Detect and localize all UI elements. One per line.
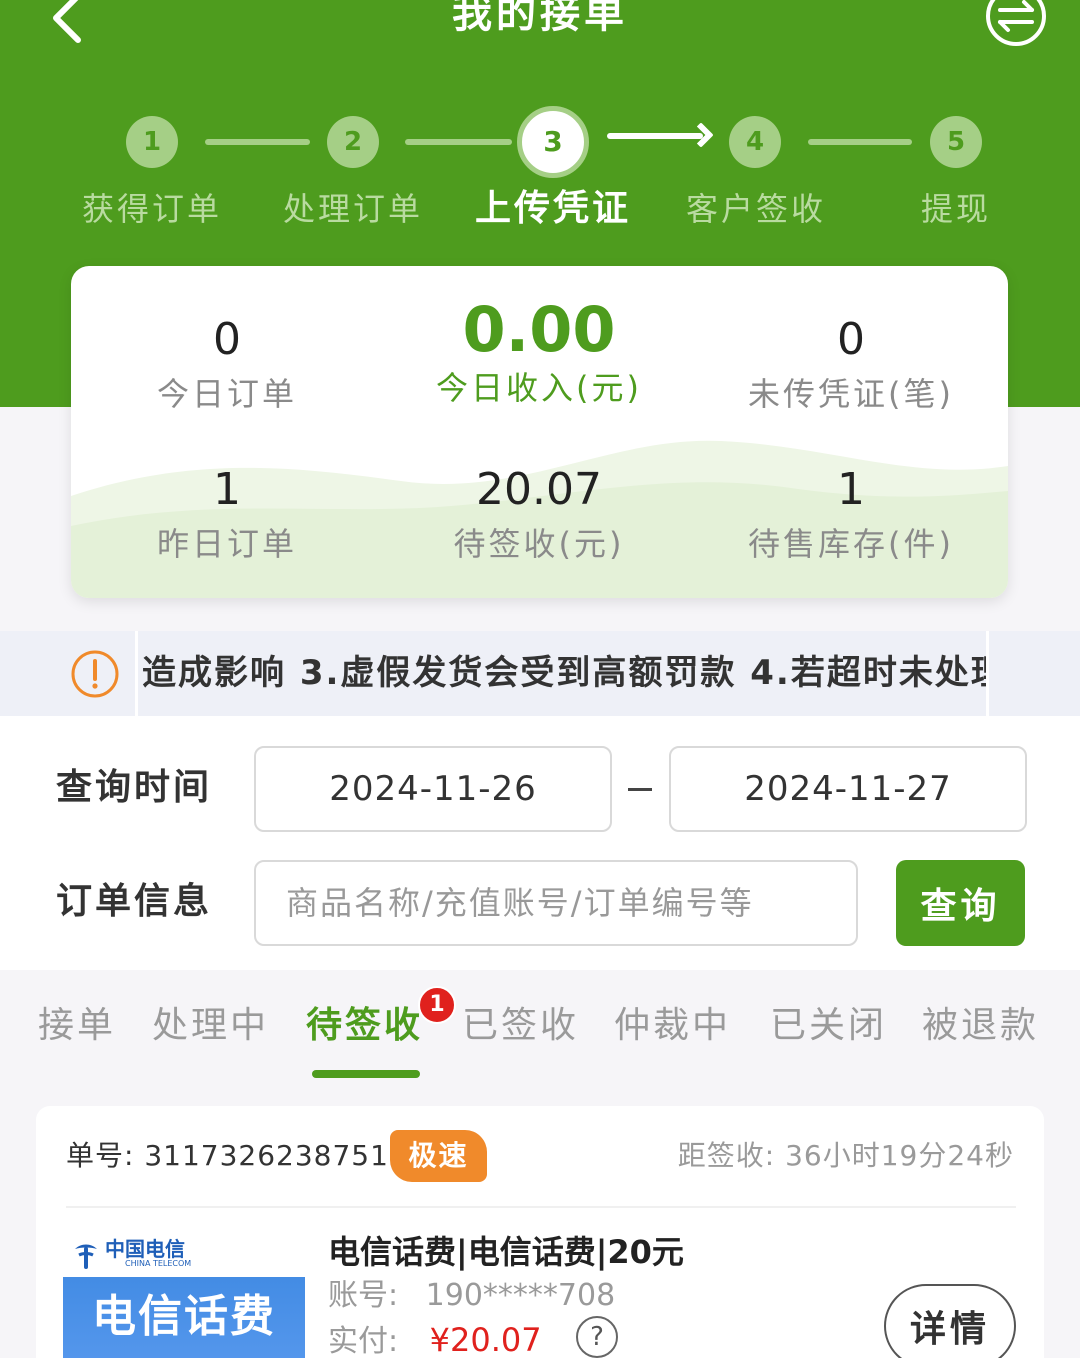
account-line: 账号: 190*****708 bbox=[328, 1274, 615, 1318]
stat-label: 今日收入(元) bbox=[436, 369, 642, 407]
divider bbox=[986, 631, 989, 716]
query-time-label: 查询时间 bbox=[56, 767, 213, 808]
step-3-label: 上传凭证 bbox=[474, 188, 631, 229]
product-image-title: 电信话费 bbox=[92, 1291, 276, 1342]
step-arrow-icon bbox=[688, 122, 714, 148]
paid-amount: ¥20.07 bbox=[429, 1321, 542, 1358]
step-2-circle: 2 bbox=[327, 116, 379, 168]
step-1-circle: 1 bbox=[126, 116, 178, 168]
carrier-logo-icon bbox=[75, 1244, 97, 1269]
stat-value: 20.07 bbox=[476, 464, 602, 515]
divider bbox=[135, 631, 138, 716]
switch-arrows-icon[interactable] bbox=[984, 0, 1048, 48]
tab-closed[interactable]: 已关闭 bbox=[770, 998, 887, 1054]
notice-text: 造成影响 3.虚假发货会受到高额罚款 4.若超时未处理 bbox=[142, 653, 986, 693]
order-status-tabs: 接单 处理中 待签收 已签收 仲裁中 已关闭 被退款 bbox=[0, 970, 1080, 1082]
tab-arbitration[interactable]: 仲裁中 bbox=[614, 998, 731, 1054]
stat-pending-vouchers: 0 未传凭证(笔) bbox=[701, 310, 1001, 418]
stat-stock: 1 待售库存(件) bbox=[701, 460, 1001, 568]
step-3-circle: 3 bbox=[517, 106, 589, 178]
order-card: 单号: 3117326238751739​0 极速 距签收: 36小时19分24… bbox=[36, 1106, 1044, 1358]
product-image: 中国电信 CHINA TELECOM 电信话费 bbox=[63, 1233, 305, 1358]
stat-label: 未传凭证(笔) bbox=[748, 375, 954, 413]
carrier-logo-text: 中国电信 bbox=[105, 1237, 185, 1261]
product-name: 电信话费|电信话费|20元 bbox=[328, 1233, 684, 1271]
stat-label: 昨日订单 bbox=[156, 525, 297, 563]
stat-today-orders: 0 今日订单 bbox=[77, 310, 377, 418]
stat-value: 0 bbox=[837, 314, 865, 365]
start-date-picker[interactable]: 2024-11-26 bbox=[254, 746, 612, 832]
notice-bar: 造成影响 3.虚假发货会受到高额罚款 4.若超时未处理 bbox=[0, 631, 1080, 716]
account-label: 账号: bbox=[328, 1278, 399, 1313]
stat-value: 0.00 bbox=[462, 293, 616, 366]
step-4-label: 客户签收 bbox=[685, 190, 826, 228]
tab-processing[interactable]: 处理中 bbox=[152, 998, 269, 1054]
stat-value: 0 bbox=[213, 314, 241, 365]
date-separator bbox=[628, 788, 652, 791]
stat-pending-receipt: 20.07 待签收(元) bbox=[389, 460, 689, 568]
warning-icon bbox=[71, 650, 119, 698]
tab-accept[interactable]: 接单 bbox=[38, 998, 116, 1054]
carrier-logo: 中国电信 CHINA TELECOM bbox=[63, 1233, 305, 1277]
step-4-circle: 4 bbox=[729, 116, 781, 168]
step-1-label: 获得订单 bbox=[81, 190, 222, 228]
carrier-logo-subtext: CHINA TELECOM bbox=[125, 1259, 192, 1268]
end-date-picker[interactable]: 2024-11-27 bbox=[669, 746, 1027, 832]
tab-pending-receipt[interactable]: 待签收 bbox=[306, 998, 423, 1054]
step-5-circle: 5 bbox=[930, 116, 982, 168]
stat-label: 待签收(元) bbox=[453, 525, 625, 563]
divider bbox=[66, 1206, 1016, 1208]
receipt-countdown: 距签收: 36小时19分24秒 bbox=[677, 1139, 1014, 1172]
stat-value: 1 bbox=[837, 464, 865, 515]
step-connector bbox=[405, 139, 512, 145]
paid-line: 实付: ¥20.07 bbox=[328, 1318, 542, 1358]
step-connector bbox=[808, 139, 912, 145]
back-arrow-icon[interactable] bbox=[44, 0, 94, 46]
detail-button[interactable]: 详情 bbox=[884, 1284, 1016, 1358]
step-5-label: 提现 bbox=[920, 190, 991, 228]
filter-form: 查询时间 2024-11-26 2024-11-27 订单信息 查询 bbox=[0, 716, 1080, 970]
order-search-input[interactable] bbox=[254, 860, 858, 946]
account-value: 190*****708 bbox=[425, 1278, 616, 1313]
step-connector bbox=[205, 139, 310, 145]
stat-today-income: 0.00 今日收入(元) bbox=[389, 296, 689, 412]
tab-refunded[interactable]: 被退款 bbox=[922, 998, 1039, 1054]
query-button[interactable]: 查询 bbox=[896, 860, 1025, 946]
stat-label: 今日订单 bbox=[156, 375, 297, 413]
paid-label: 实付: bbox=[328, 1324, 399, 1358]
stat-yesterday-orders: 1 昨日订单 bbox=[77, 460, 377, 568]
order-info-label: 订单信息 bbox=[56, 881, 213, 922]
notice-marquee: 造成影响 3.虚假发货会受到高额罚款 4.若超时未处理 bbox=[140, 631, 986, 716]
tab-count-badge: 1 bbox=[418, 986, 456, 1024]
active-tab-indicator bbox=[312, 1070, 420, 1078]
stats-card: 0 今日订单 0.00 今日收入(元) 0 未传凭证(笔) 1 昨日订单 20.… bbox=[71, 266, 1008, 598]
help-question-icon[interactable]: ? bbox=[576, 1316, 618, 1358]
stat-value: 1 bbox=[213, 464, 241, 515]
tab-received[interactable]: 已签收 bbox=[462, 998, 579, 1054]
step-2-label: 处理订单 bbox=[282, 190, 423, 228]
stat-label: 待售库存(件) bbox=[748, 525, 954, 563]
page-title: 我的接单 bbox=[452, 0, 628, 37]
speed-badge: 极速 bbox=[390, 1130, 487, 1182]
